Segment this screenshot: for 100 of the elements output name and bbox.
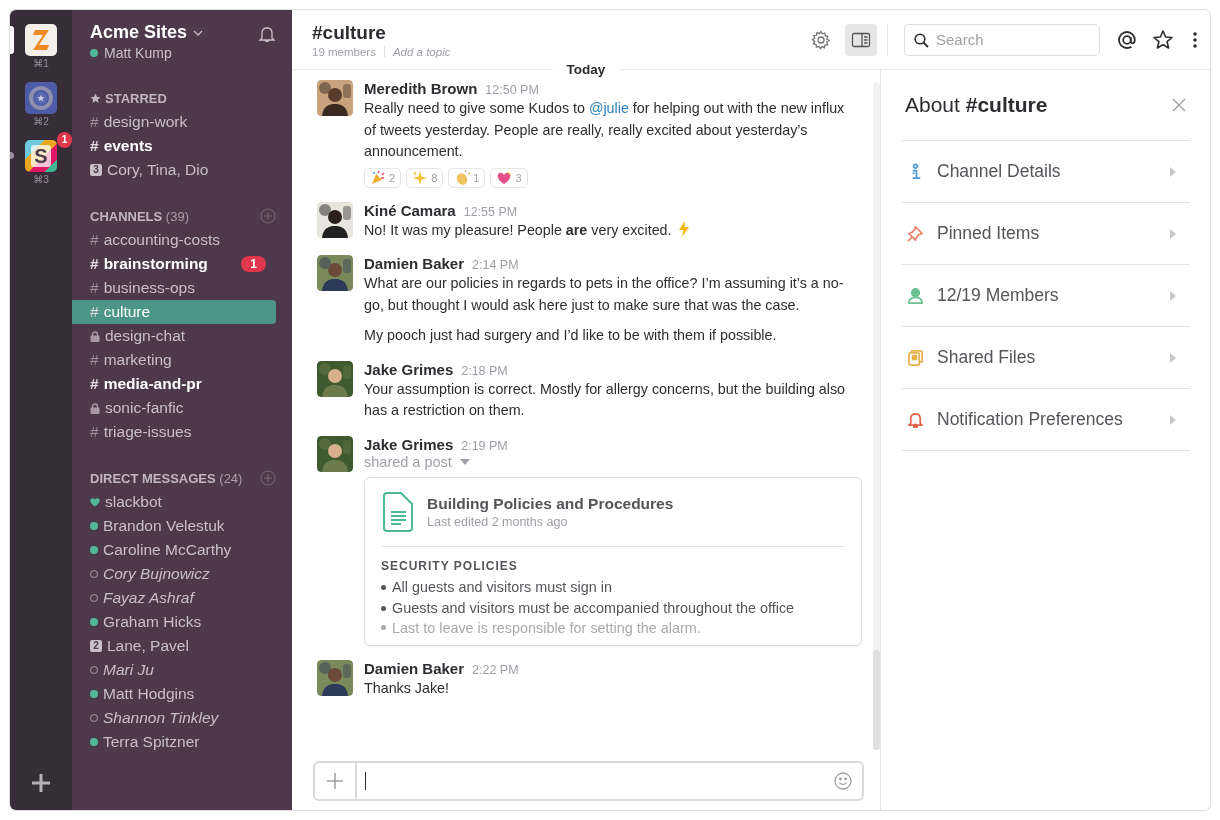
workspace-name[interactable]: Acme Sites: [90, 22, 188, 43]
panel-item[interactable]: Notification Preferences: [901, 389, 1190, 451]
message-text: What are our policies in regards to pets in the office? I’m assuming it’s a no-go, but thought I would ask here just to make sure that was the case.: [364, 274, 845, 315]
item-label: marketing: [103, 351, 173, 369]
sidebar-item[interactable]: Caroline McCarthy: [72, 538, 276, 562]
item-label: sonic-fanfic: [105, 399, 185, 417]
section-heading[interactable]: DIRECT MESSAGES (24): [90, 470, 243, 486]
sidebar-toggle-button[interactable]: [845, 23, 877, 56]
emoji-icon: [370, 169, 386, 186]
author-name[interactable]: Jake Grimes: [364, 435, 454, 453]
action-text: shared a post: [364, 453, 452, 470]
more-icon[interactable]: [1192, 30, 1198, 49]
sidebar-item[interactable]: # triage-issues: [72, 420, 276, 444]
sidebar-item[interactable]: Fayaz Ashraf: [72, 586, 276, 610]
section-heading[interactable]: CHANNELS (39): [90, 208, 189, 224]
author-name[interactable]: Damien Baker: [364, 255, 465, 272]
close-icon[interactable]: [1172, 98, 1186, 112]
sidebar-item[interactable]: # business-ops: [72, 276, 276, 300]
author-name[interactable]: Jake Grimes: [364, 360, 454, 378]
item-label: triage-issues: [103, 423, 193, 441]
list-item-text: Guests and visitors must be accompanied throughout the office: [392, 598, 795, 618]
lock-icon: [90, 402, 100, 414]
sidebar-item[interactable]: Graham Hicks: [72, 610, 276, 634]
item-label: Shared Files: [937, 347, 1037, 368]
item-label: 12/19 Members: [937, 285, 1060, 306]
item-label: Mari Ju: [103, 661, 155, 679]
panel-item[interactable]: Pinned Items: [901, 203, 1190, 265]
panel-item[interactable]: Channel Details: [901, 141, 1190, 203]
sidebar-item[interactable]: Mari Ju: [72, 658, 276, 682]
timestamp: 12:55 PM: [463, 204, 518, 219]
document-icon: [381, 491, 413, 532]
caret-icon[interactable]: [193, 29, 204, 36]
sidebar-item[interactable]: Cory Bujnowicz: [72, 562, 276, 586]
item-label: Pinned Items: [937, 223, 1041, 244]
author-name[interactable]: Meredith Brown: [364, 80, 478, 97]
sidebar-item[interactable]: Shannon Tinkley: [72, 706, 276, 730]
search-field[interactable]: Search: [904, 23, 1100, 56]
sidebar-item[interactable]: 3 Cory, Tina, Dio: [72, 158, 276, 182]
sidebar-item[interactable]: slackbot: [72, 490, 276, 514]
item-label: Matt Hodgins: [103, 685, 196, 703]
item-label: Notification Preferences: [937, 409, 1124, 430]
mention-link[interactable]: @julie: [588, 100, 629, 116]
author-name[interactable]: Kiné Camara: [364, 201, 456, 219]
sidebar-item[interactable]: design-chat: [72, 324, 276, 348]
sidebar-item[interactable]: # events: [72, 134, 276, 158]
post-title[interactable]: Building Policies and Procedures: [427, 494, 674, 513]
item-label: media-and-pr: [103, 375, 203, 393]
sidebar-item[interactable]: sonic-fanfic: [72, 396, 276, 420]
hash-mark: #: [90, 279, 99, 297]
hash-mark: #: [90, 255, 99, 273]
hash-mark: #: [90, 113, 99, 131]
hash-mark: #: [90, 137, 99, 155]
list-item-text: All guests and visitors must sign in: [392, 577, 612, 597]
chevron-icon: [1170, 228, 1176, 239]
sidebar-item[interactable]: # brainstorming 1: [72, 252, 276, 276]
sidebar-item[interactable]: Matt Hodgins: [72, 682, 276, 706]
sidebar-item[interactable]: Brandon Velestuk: [72, 514, 276, 538]
author-name[interactable]: Damien Baker: [364, 659, 465, 677]
list-item-text: Last to leave is responsible for setting the alarm.: [392, 618, 701, 637]
notification-badge: 1: [57, 132, 72, 148]
add-icon[interactable]: [30, 772, 52, 794]
star-icon: [90, 93, 101, 104]
item-label: Graham Hicks: [103, 613, 203, 631]
sidebar-item[interactable]: Terra Spitzner: [72, 730, 276, 754]
item-label: Channel Details: [937, 161, 1062, 182]
hash-mark: #: [90, 423, 99, 441]
item-label: Cory Bujnowicz: [103, 565, 211, 583]
logo-icon[interactable]: [25, 82, 57, 114]
logo-icon[interactable]: S: [25, 140, 57, 172]
timestamp: 2:19 PM: [461, 438, 508, 453]
shortcut-label: ⌘2: [33, 116, 49, 127]
star-icon[interactable]: [1152, 28, 1174, 51]
panel-title: About #culture: [905, 93, 1048, 117]
timestamp: 2:18 PM: [461, 363, 508, 378]
emoji-icon: [454, 169, 471, 186]
caret-icon[interactable]: [459, 458, 470, 465]
message-input[interactable]: [313, 761, 864, 801]
item-label: culture: [103, 303, 152, 321]
bullet-icon: [381, 605, 386, 611]
logo-icon[interactable]: [25, 24, 57, 56]
item-label: Fayaz Ashraf: [103, 589, 196, 607]
mention-icon[interactable]: [1116, 28, 1138, 51]
sidebar-item[interactable]: # culture: [72, 300, 276, 324]
sidebar-item[interactable]: # marketing: [72, 348, 276, 372]
emoji-icon[interactable]: [834, 772, 852, 790]
sidebar-item[interactable]: # design-work: [72, 110, 276, 134]
panel-item[interactable]: Shared Files: [901, 327, 1190, 389]
panel-item[interactable]: 12/19 Members: [901, 265, 1190, 327]
hash-mark: #: [90, 303, 99, 321]
bell-icon[interactable]: [258, 25, 276, 43]
scrollbar[interactable]: [873, 82, 880, 750]
item-label: accounting-costs: [103, 231, 221, 249]
sidebar-item[interactable]: 2 Lane, Pavel: [72, 634, 276, 658]
sidebar-item[interactable]: # accounting-costs: [72, 228, 276, 252]
post-card[interactable]: [364, 476, 862, 646]
sidebar-item[interactable]: # media-and-pr: [72, 372, 276, 396]
message-text: Really need to give some Kudos to @julie for helping out with the new influx of tweets yesterday. People are really, really excited about yesterday’s announcement.: [364, 99, 846, 161]
item-label: Brandon Velestuk: [103, 517, 226, 535]
message-text: Your assumption is correct. Mostly for allergy concerns, but the building also has a restriction on them.: [364, 379, 847, 420]
section-heading: SECURITY POLICIES: [381, 558, 519, 573]
